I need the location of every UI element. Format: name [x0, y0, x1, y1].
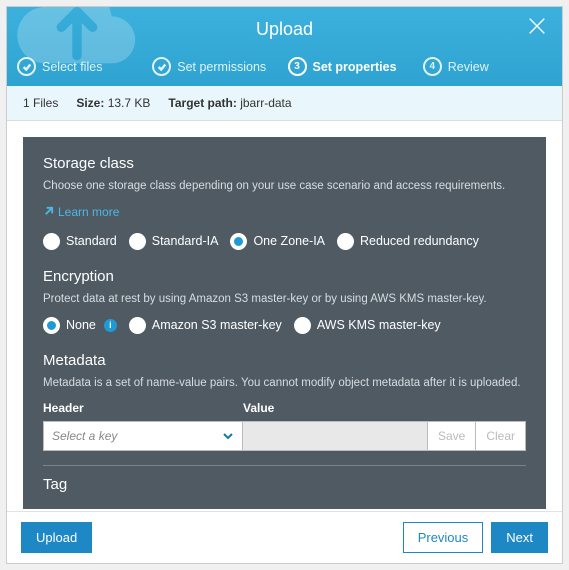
metadata-value-input[interactable] [243, 421, 428, 451]
previous-button[interactable]: Previous [403, 522, 484, 553]
step-label: Set permissions [177, 60, 266, 74]
metadata-value-col: Value [243, 401, 274, 415]
encryption-heading: Encryption [43, 268, 526, 285]
next-button[interactable]: Next [491, 522, 548, 553]
size-info: Size: 13.7 KB [76, 96, 150, 110]
metadata-desc: Metadata is a set of name-value pairs. Y… [43, 375, 526, 391]
step-label: Set properties [313, 60, 397, 74]
upload-modal: Upload Select files Set permissions 3 Se… [6, 6, 563, 564]
metadata-row: Select a key Save Clear [43, 421, 526, 451]
encryption-desc: Protect data at rest by using Amazon S3 … [43, 291, 526, 307]
learn-more-link[interactable]: Learn more [43, 205, 119, 219]
close-button[interactable] [526, 15, 548, 42]
modal-footer: Upload Previous Next [7, 511, 562, 563]
step-select-files[interactable]: Select files [17, 57, 146, 76]
storage-class-radios: Standard Standard-IA One Zone-IA Reduced… [43, 233, 526, 250]
external-link-icon [43, 206, 54, 217]
metadata-header-col: Header [43, 401, 243, 415]
chevron-down-icon [222, 430, 234, 442]
files-count: 1 Files [23, 96, 58, 110]
step-number-icon: 4 [423, 57, 442, 76]
properties-panel: Storage class Choose one storage class d… [23, 137, 546, 509]
modal-header: Upload Select files Set permissions 3 Se… [7, 7, 562, 86]
metadata-key-select[interactable]: Select a key [43, 421, 243, 451]
encryption-radios: Nonei Amazon S3 master-key AWS KMS maste… [43, 317, 526, 334]
step-label: Select files [42, 60, 102, 74]
metadata-save-button[interactable]: Save [428, 421, 476, 451]
radio-icon [294, 317, 311, 334]
radio-encryption-kms[interactable]: AWS KMS master-key [294, 317, 441, 334]
target-path-info: Target path: jbarr-data [168, 96, 291, 110]
storage-class-desc: Choose one storage class depending on yo… [43, 178, 526, 194]
radio-one-zone-ia[interactable]: One Zone-IA [230, 233, 325, 250]
info-icon[interactable]: i [104, 319, 117, 332]
step-label: Review [448, 60, 489, 74]
tag-heading: Tag [43, 476, 526, 493]
radio-icon [337, 233, 354, 250]
check-icon [17, 57, 36, 76]
radio-standard[interactable]: Standard [43, 233, 117, 250]
check-icon [152, 57, 171, 76]
step-set-permissions[interactable]: Set permissions [152, 57, 281, 76]
radio-standard-ia[interactable]: Standard-IA [129, 233, 219, 250]
divider [43, 465, 526, 466]
step-review[interactable]: 4 Review [423, 57, 552, 76]
modal-title: Upload [256, 19, 313, 40]
step-number-icon: 3 [288, 57, 307, 76]
step-set-properties[interactable]: 3 Set properties [288, 57, 417, 76]
radio-reduced-redundancy[interactable]: Reduced redundancy [337, 233, 479, 250]
radio-encryption-none[interactable]: Nonei [43, 317, 117, 334]
radio-icon [43, 317, 60, 334]
radio-icon [129, 317, 146, 334]
radio-icon [230, 233, 247, 250]
metadata-clear-button[interactable]: Clear [476, 421, 526, 451]
upload-summary-bar: 1 Files Size: 13.7 KB Target path: jbarr… [7, 86, 562, 121]
radio-encryption-s3[interactable]: Amazon S3 master-key [129, 317, 282, 334]
storage-class-heading: Storage class [43, 155, 526, 172]
radio-icon [43, 233, 60, 250]
metadata-columns: Header Value [43, 401, 526, 415]
metadata-heading: Metadata [43, 352, 526, 369]
wizard-steps: Select files Set permissions 3 Set prope… [7, 51, 562, 86]
modal-body-scroll[interactable]: 1 Files Size: 13.7 KB Target path: jbarr… [7, 86, 562, 511]
radio-icon [129, 233, 146, 250]
upload-button[interactable]: Upload [21, 522, 92, 553]
close-icon [526, 15, 548, 37]
